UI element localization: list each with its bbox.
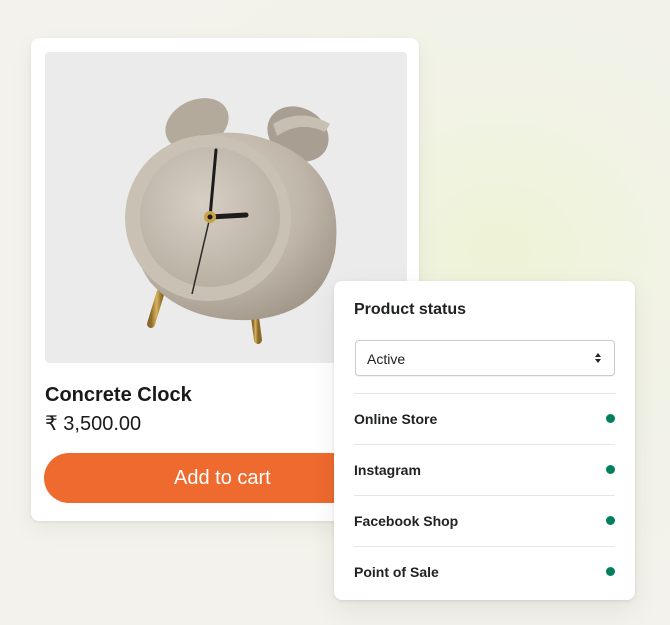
channel-label: Facebook Shop	[354, 513, 459, 529]
panel-title: Product status	[354, 301, 467, 318]
product-name: Concrete Clock	[45, 384, 192, 406]
channel-row-facebook-shop[interactable]: Facebook Shop	[354, 495, 615, 546]
channel-row-instagram[interactable]: Instagram	[354, 444, 615, 495]
active-status-dot	[606, 414, 615, 423]
channel-label: Online Store	[354, 411, 438, 427]
active-status-dot	[606, 516, 615, 525]
channel-row-point-of-sale[interactable]: Point of Sale	[354, 546, 615, 597]
active-status-dot	[606, 567, 615, 576]
channel-label: Point of Sale	[354, 564, 439, 580]
channel-label: Instagram	[354, 462, 421, 478]
product-price: ₹ 3,500.00	[45, 413, 142, 435]
status-select-value: Active	[367, 351, 406, 367]
product-status-panel: Product status Active Online Store Insta…	[334, 281, 635, 600]
channel-row-online-store[interactable]: Online Store	[354, 393, 615, 444]
select-arrows-icon	[595, 353, 601, 363]
status-select[interactable]: Active	[355, 340, 615, 376]
active-status-dot	[606, 465, 615, 474]
